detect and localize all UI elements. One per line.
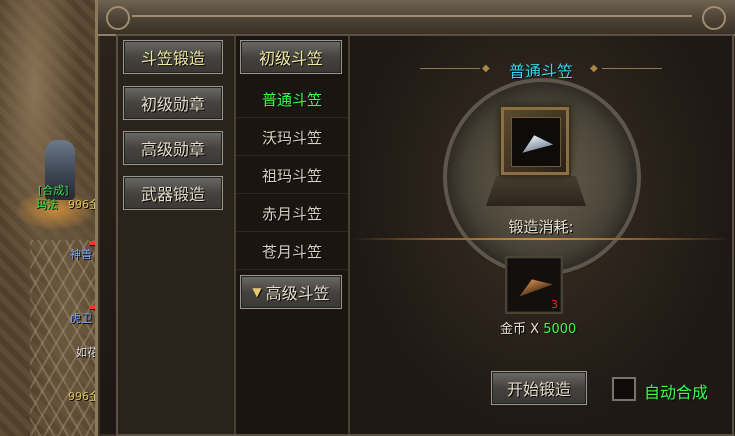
tab-hat-forge[interactable]: 斗笠锻造 bbox=[123, 40, 223, 74]
tab-weapon-forge[interactable]: 武器锻造 bbox=[123, 176, 223, 210]
panel-body: 斗笠锻造 初级勋章 高级勋章 武器锻造 初级斗笠 普通斗笠 沃玛斗笠 祖玛斗笠 … bbox=[116, 34, 734, 436]
expand-triangle-icon: ▼ bbox=[252, 285, 262, 299]
currency-cost: 金币 X 5000 bbox=[500, 318, 576, 337]
item-pedestal bbox=[486, 176, 586, 206]
list-item-woma-hat[interactable]: 沃玛斗笠 bbox=[236, 120, 348, 156]
forge-detail: ◆ 普通斗笠 ◆ 锻造消耗: 3 金币 X 5000 开始锻造 自动合成 bbox=[350, 36, 732, 434]
result-item-frame[interactable] bbox=[501, 107, 569, 175]
start-forge-button[interactable]: 开始锻造 bbox=[491, 371, 587, 405]
cost-divider bbox=[350, 238, 732, 240]
auto-synthesize-checkbox[interactable] bbox=[612, 377, 636, 401]
material-count: 3 bbox=[551, 298, 558, 311]
category-senior-hat[interactable]: ▼ 高级斗笠 bbox=[240, 275, 342, 309]
list-item-zuma-hat[interactable]: 祖玛斗笠 bbox=[236, 158, 348, 194]
item-list: 初级斗笠 普通斗笠 沃玛斗笠 祖玛斗笠 赤月斗笠 苍月斗笠 ▼ 高级斗笠 bbox=[236, 36, 350, 434]
category-senior-label: 高级斗笠 bbox=[265, 284, 330, 303]
list-item-chiyue-hat[interactable]: 赤月斗笠 bbox=[236, 196, 348, 232]
diamond-icon: ◆ bbox=[590, 63, 598, 74]
material-slot[interactable]: 3 bbox=[505, 256, 563, 314]
tab-senior-medal[interactable]: 高级勋章 bbox=[123, 131, 223, 165]
frame-ornament bbox=[702, 6, 726, 30]
currency-amount: 5000 bbox=[543, 322, 577, 337]
tab-junior-medal[interactable]: 初级勋章 bbox=[123, 86, 223, 120]
frame-ornament bbox=[106, 6, 130, 30]
player-name: 玛法 bbox=[36, 198, 58, 211]
forge-panel: 斗笠锻造 初级勋章 高级勋章 武器锻造 初级斗笠 普通斗笠 沃玛斗笠 祖玛斗笠 … bbox=[95, 0, 735, 436]
title-ornament-right bbox=[602, 68, 662, 69]
material-hat-icon bbox=[515, 273, 553, 297]
auto-synthesize-label[interactable]: 自动合成 bbox=[644, 379, 708, 403]
list-item-common-hat[interactable]: 普通斗笠 bbox=[236, 82, 348, 118]
result-item-slot bbox=[511, 117, 561, 167]
bamboo-hat-icon bbox=[519, 131, 554, 153]
list-item-cangyue-hat[interactable]: 苍月斗笠 bbox=[236, 234, 348, 270]
frame-line bbox=[132, 15, 692, 17]
currency-label: 金币 X bbox=[500, 322, 540, 337]
cost-label: 锻造消耗: bbox=[508, 218, 574, 236]
panel-frame-top bbox=[98, 0, 735, 36]
category-junior-hat[interactable]: 初级斗笠 bbox=[240, 40, 342, 74]
tab-column: 斗笠锻造 初级勋章 高级勋章 武器锻造 bbox=[118, 36, 236, 434]
